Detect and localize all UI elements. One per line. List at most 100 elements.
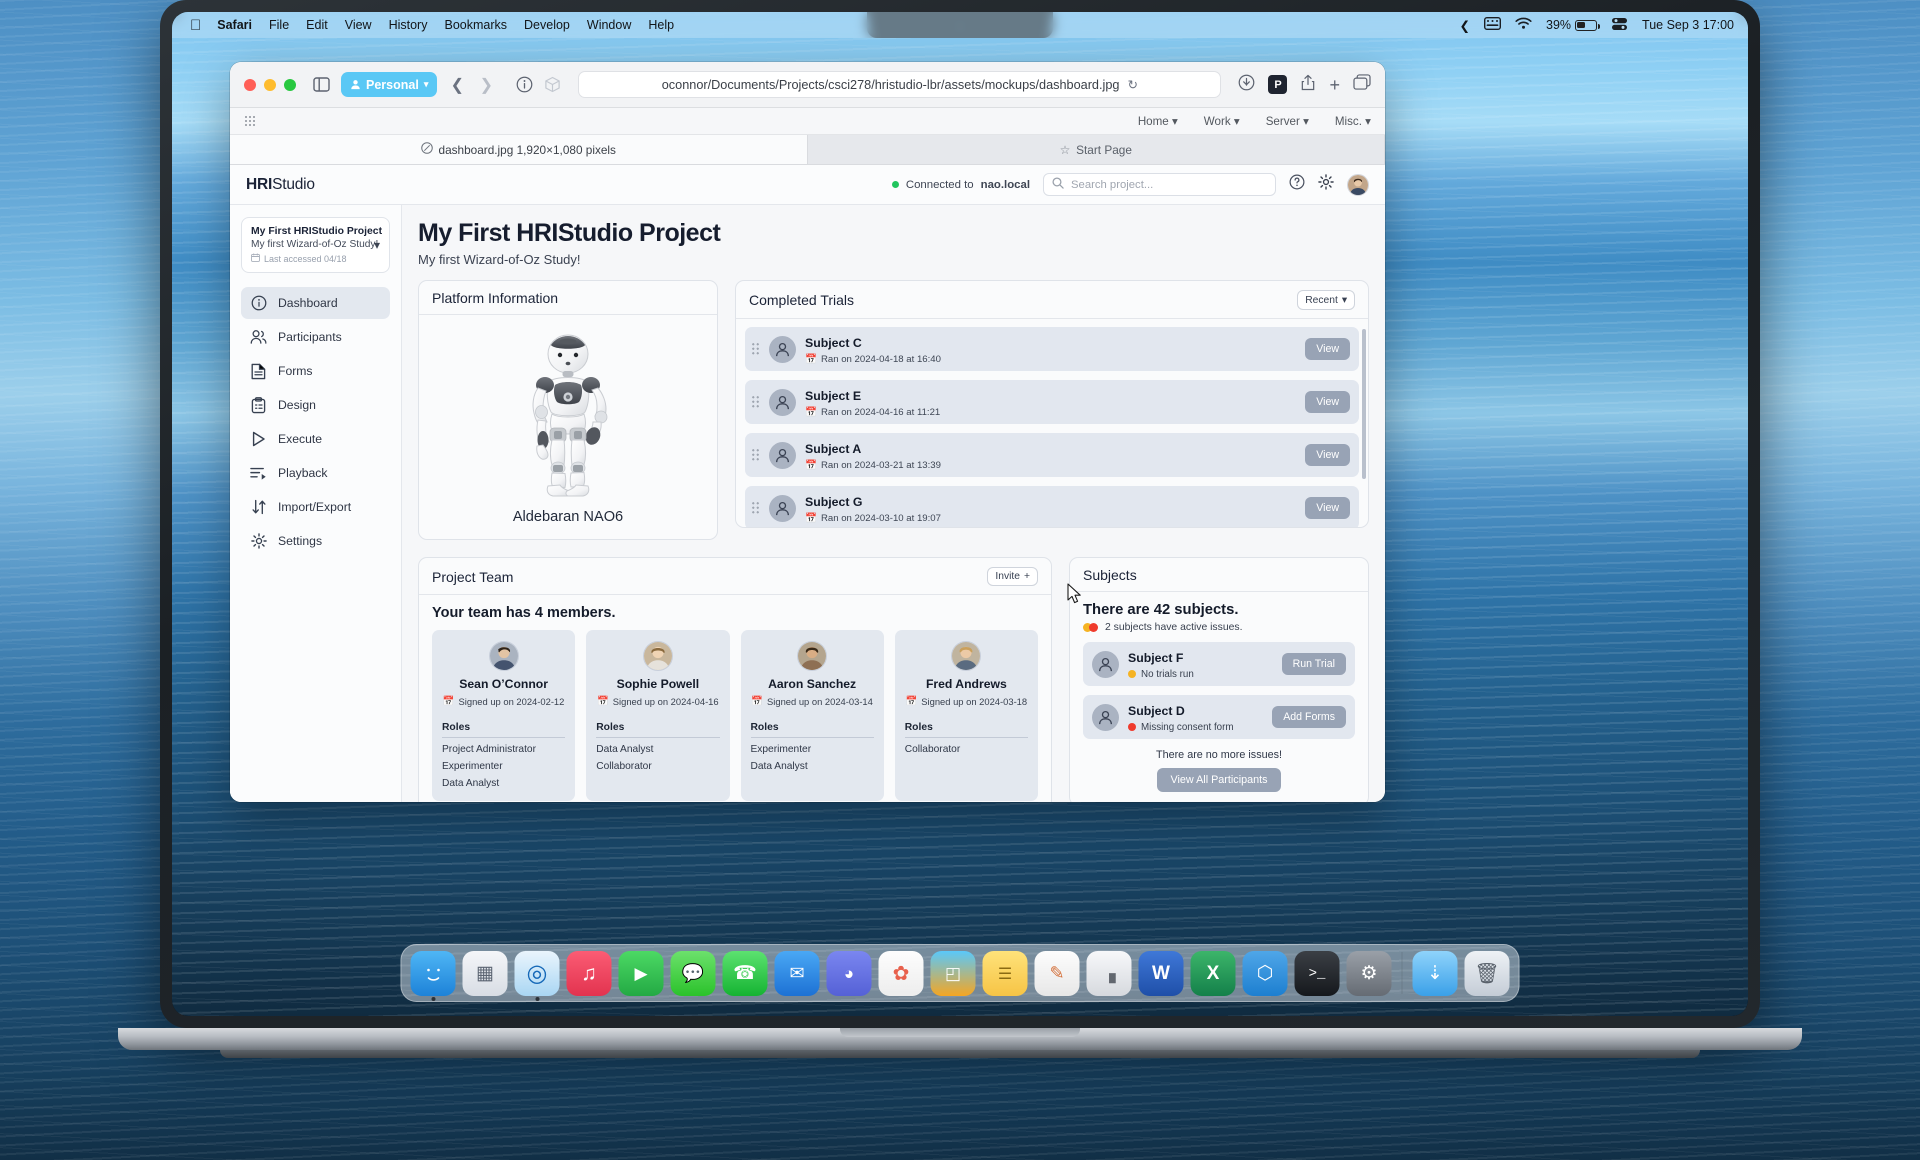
terminal-icon[interactable]: >_ (1294, 951, 1340, 996)
sidebar-item-import-export[interactable]: Import/Export (241, 491, 390, 523)
system-settings-icon[interactable]: ⚙ (1346, 951, 1392, 996)
view-button[interactable]: View (1305, 444, 1350, 466)
forward-button[interactable]: ❯ (477, 75, 495, 95)
menu-item-safari[interactable]: Safari (217, 18, 252, 32)
sidebar-item-design[interactable]: Design (241, 389, 390, 421)
page-info-icon[interactable] (516, 76, 533, 93)
sidebar-item-settings[interactable]: Settings (241, 525, 390, 557)
menubar-clock[interactable]: Tue Sep 3 17:00 (1642, 18, 1734, 32)
table-row[interactable]: Subject G 📅 Ran on 2024-03-10 at 19:07 Vi… (745, 486, 1359, 527)
sidebar-item-forms[interactable]: Forms (241, 355, 390, 387)
tab-dashboard-image[interactable]: dashboard.jpg 1,920×1,080 pixels (230, 135, 808, 164)
favorites-grid-icon[interactable] (244, 115, 256, 127)
excel-icon[interactable]: X (1190, 951, 1236, 996)
search-input[interactable]: Search project... (1043, 173, 1276, 196)
profile-selector[interactable]: Personal ▾ (341, 72, 438, 97)
favorite-misc[interactable]: Misc. ▾ (1335, 114, 1371, 128)
list-item[interactable]: Aaron Sanchez 📅 Signed up on 2024-03-14 R… (740, 630, 884, 801)
help-circle-icon[interactable] (1289, 174, 1305, 195)
photos-icon[interactable]: ✿ (878, 951, 924, 996)
control-center-icon[interactable] (1483, 16, 1502, 33)
app-logo[interactable]: HRIStudio (246, 176, 315, 194)
sidebar-item-participants[interactable]: Participants (241, 321, 390, 353)
address-bar[interactable]: oconnor/Documents/Projects/csci278/hrist… (578, 71, 1222, 98)
list-item[interactable]: Sean O’Connor 📅 Signed up on 2024-02-12 R… (432, 630, 576, 801)
reload-icon[interactable]: ↻ (1127, 77, 1138, 92)
list-item[interactable]: Subject F No trials run Run Trial (1083, 642, 1355, 686)
keynote-icon[interactable]: ◰ (930, 951, 976, 996)
table-row[interactable]: Subject E 📅 Ran on 2024-04-16 at 11:21 Vi… (745, 380, 1359, 424)
project-selector[interactable]: My First HRIStudio Project My first Wiza… (241, 217, 390, 273)
gear-icon[interactable] (1318, 174, 1334, 195)
view-button[interactable]: View (1305, 497, 1350, 519)
menu-item-develop[interactable]: Develop (524, 18, 570, 32)
trial-list-scrollbar[interactable] (1362, 329, 1366, 479)
favorite-home[interactable]: Home ▾ (1138, 114, 1178, 128)
music-icon[interactable]: ♫ (566, 951, 612, 996)
new-tab-icon[interactable]: + (1329, 76, 1340, 94)
menu-item-file[interactable]: File (269, 18, 289, 32)
avatar[interactable] (1347, 173, 1369, 196)
view-all-participants-button[interactable]: View All Participants (1157, 768, 1281, 792)
drag-handle-icon[interactable] (751, 342, 760, 356)
maximize-button[interactable] (284, 78, 296, 91)
window-controls[interactable] (244, 78, 296, 91)
calculator-icon[interactable]: ▗ (1086, 951, 1132, 996)
trash-icon[interactable]: 🗑 (1464, 951, 1510, 996)
downloads-icon[interactable] (1238, 74, 1255, 96)
mail-icon[interactable]: ✉ (774, 951, 820, 996)
discord-icon[interactable]: ◕ (826, 951, 872, 996)
menu-item-help[interactable]: Help (648, 18, 674, 32)
table-row[interactable]: Subject C 📅 Ran on 2024-04-18 at 16:40 Vi… (745, 327, 1359, 371)
finder-icon[interactable] (410, 951, 456, 1001)
notes-icon[interactable]: ☰ (982, 951, 1028, 996)
menubar-collapse-icon[interactable]: ❮ (1460, 18, 1470, 33)
wifi-icon[interactable] (1515, 17, 1532, 33)
close-button[interactable] (244, 78, 256, 91)
safari-icon[interactable]: ◎ (514, 951, 560, 1001)
view-button[interactable]: View (1305, 338, 1350, 360)
tab-start-page[interactable]: ☆ Start Page (807, 135, 1385, 164)
list-item[interactable]: Sophie Powell 📅 Signed up on 2024-04-16 R… (586, 630, 730, 801)
whatsapp-icon[interactable]: ☎ (722, 951, 768, 996)
add-forms-button[interactable]: Add Forms (1272, 706, 1346, 728)
menu-item-view[interactable]: View (345, 18, 372, 32)
menu-item-bookmarks[interactable]: Bookmarks (444, 18, 507, 32)
view-button[interactable]: View (1305, 391, 1350, 413)
minimize-button[interactable] (264, 78, 276, 91)
apple-menu-icon[interactable]:  (190, 18, 201, 33)
drag-handle-icon[interactable] (751, 501, 760, 515)
menu-item-edit[interactable]: Edit (306, 18, 328, 32)
word-icon[interactable]: W (1138, 951, 1184, 996)
tab-overview-icon[interactable] (1353, 74, 1371, 95)
favorite-server[interactable]: Server ▾ (1266, 114, 1309, 128)
trials-sort-dropdown[interactable]: Recent ▾ (1297, 290, 1355, 310)
launchpad-icon[interactable]: ▦ (462, 951, 508, 996)
battery-indicator[interactable]: 39% (1546, 18, 1600, 32)
table-row[interactable]: Subject A 📅 Ran on 2024-03-21 at 13:39 Vi… (745, 433, 1359, 477)
profile-badge[interactable]: P (1268, 75, 1288, 94)
list-item[interactable]: Subject D Missing consent form Add Forms (1083, 695, 1355, 739)
extensions-icon[interactable] (544, 76, 561, 93)
run-trial-button[interactable]: Run Trial (1281, 653, 1346, 675)
menu-item-window[interactable]: Window (587, 18, 631, 32)
share-icon[interactable] (1300, 74, 1316, 96)
sidebar-item-playback[interactable]: Playback (241, 457, 390, 489)
sidebar-item-dashboard[interactable]: Dashboard (241, 287, 390, 319)
messages-icon[interactable]: 💬 (670, 951, 716, 996)
display-toggle-icon[interactable] (1611, 17, 1628, 34)
downloads-stack-icon[interactable]: ⇣ (1412, 951, 1458, 996)
drag-handle-icon[interactable] (751, 448, 760, 462)
facetime-icon[interactable]: ▶ (618, 951, 664, 996)
favorite-work[interactable]: Work ▾ (1204, 114, 1240, 128)
markup-icon[interactable]: ✎ (1034, 951, 1080, 996)
sidebar-item-execute[interactable]: Execute (241, 423, 390, 455)
list-item[interactable]: Fred Andrews 📅 Signed up on 2024-03-18 Ro… (894, 630, 1038, 801)
sidebar-toggle-icon[interactable] (313, 77, 330, 92)
menu-item-history[interactable]: History (389, 18, 428, 32)
invite-button[interactable]: Invite + (987, 567, 1038, 586)
info-circle-icon (250, 295, 267, 311)
vscode-icon[interactable]: ⬡ (1242, 951, 1288, 996)
drag-handle-icon[interactable] (751, 395, 760, 409)
back-button[interactable]: ❮ (448, 75, 466, 95)
